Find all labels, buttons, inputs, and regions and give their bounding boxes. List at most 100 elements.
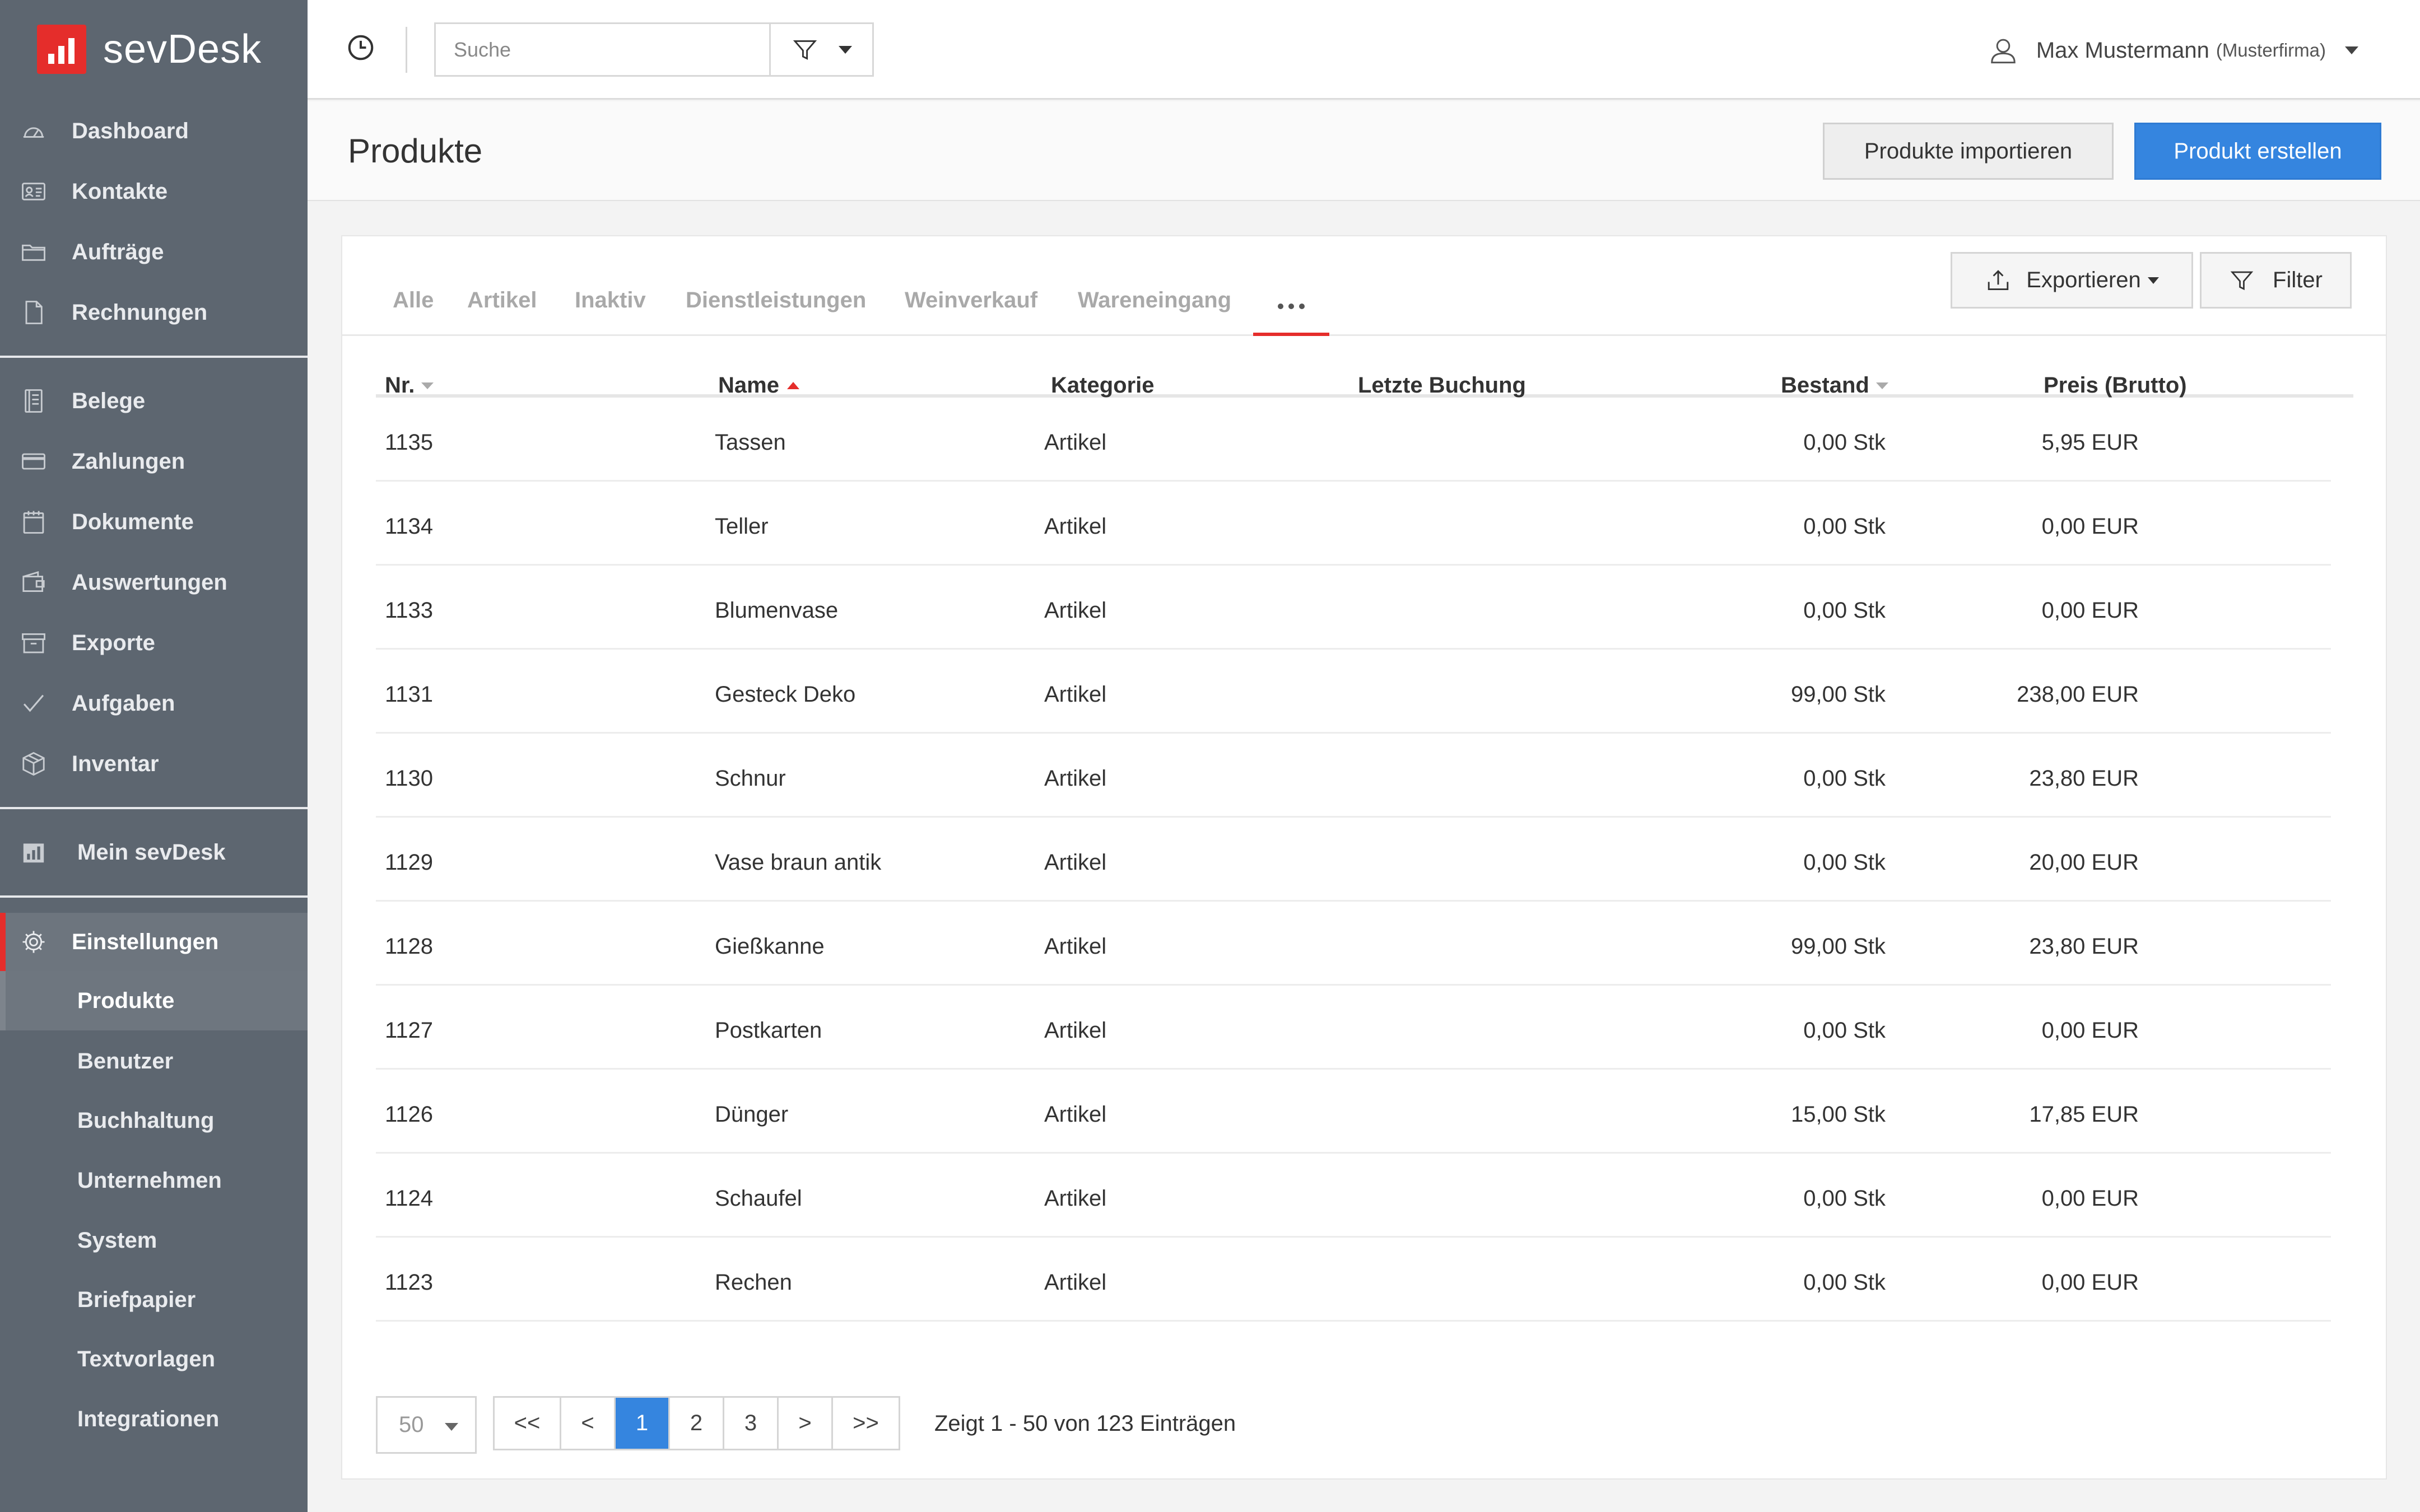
column-header-bestand[interactable]: Bestand [1781,373,1888,398]
page-title: Produkte [348,132,483,170]
sidebar-item-exporte[interactable]: Exporte [0,615,308,671]
more-dot-icon [1299,304,1305,309]
toolbar-separator [406,27,407,73]
cell-stock: 99,00 Stk [1790,934,1886,959]
tab-wareneingang[interactable]: Wareneingang [1078,288,1231,313]
cell-category: Artikel [1044,514,1107,539]
tab-dienstleistungen[interactable]: Dienstleistungen [686,288,866,313]
table-row[interactable]: 1133 Blumenvase Artikel 0,00 Stk 0,00 EUR [376,566,2331,650]
active-indicator [0,913,6,971]
sidebar-item-auswertungen[interactable]: Auswertungen [0,554,308,610]
cell-stock: 0,00 Stk [1803,430,1886,455]
filter-button[interactable]: Filter [2200,252,2352,309]
cell-nr: 1135 [385,430,434,455]
per-page-select[interactable]: 50 [376,1396,477,1454]
table-row[interactable]: 1131 Gesteck Deko Artikel 99,00 Stk 238,00 E… [376,650,2331,734]
page-prev-button[interactable]: < [561,1398,616,1449]
create-product-button[interactable]: Produkt erstellen [2134,123,2381,180]
history-clock-icon[interactable] [346,32,376,63]
sidebar-subitem-system[interactable]: System [0,1211,308,1270]
column-header-preis[interactable]: Preis (Brutto) [2044,373,2187,398]
wallet-icon [17,566,50,599]
table-row[interactable]: 1123 Rechen Artikel 0,00 Stk 0,00 EUR [376,1238,2331,1322]
sidebar-subitem-benutzer[interactable]: Benutzer [0,1032,308,1091]
sidebar-item-einstellungen[interactable]: Einstellungen [0,913,308,971]
column-header-letzte-buchung[interactable]: Letzte Buchung [1358,373,1526,398]
tab-more-button[interactable] [1253,278,1329,336]
user-menu[interactable]: Max Mustermann (Musterfirma) [1988,29,2358,72]
column-header-kategorie[interactable]: Kategorie [1051,373,1155,398]
sidebar-subitem-textvorlagen[interactable]: Textvorlagen [0,1329,308,1389]
tab-artikel[interactable]: Artikel [467,288,537,313]
search-input[interactable] [434,22,770,77]
import-products-button[interactable]: Produkte importieren [1823,123,2114,180]
page-3-button[interactable]: 3 [724,1398,779,1449]
sidebar-item-aufgaben[interactable]: Aufgaben [0,675,308,731]
page-1-button[interactable]: 1 [616,1398,670,1449]
sort-down-icon [1876,382,1888,389]
more-dot-icon [1288,304,1294,309]
cell-category: Artikel [1044,1186,1107,1211]
sidebar-divider [0,356,308,358]
sidebar-item-mein-sevdesk[interactable]: Mein sevDesk [0,824,308,880]
sidebar-subitem-unternehmen[interactable]: Unternehmen [0,1151,308,1210]
logo[interactable]: sevDesk [37,25,262,74]
table-row[interactable]: 1129 Vase braun antik Artikel 0,00 Stk 20,00… [376,818,2331,902]
logo-icon [37,25,86,74]
cell-price: 23,80 EUR [2029,934,2139,959]
cell-category: Artikel [1044,1102,1107,1127]
cell-category: Artikel [1044,430,1107,455]
table-row[interactable]: 1135 Tassen Artikel 0,00 Stk 5,95 EUR [376,398,2331,482]
cell-stock: 0,00 Stk [1803,850,1886,875]
sidebar-subitem-buchhaltung[interactable]: Buchhaltung [0,1091,308,1150]
page-last-button[interactable]: >> [833,1398,899,1449]
filter-label: Filter [2273,268,2323,292]
sidebar-item-dokumente[interactable]: Dokumente [0,494,308,550]
chevron-down-icon [2147,277,2159,284]
cell-nr: 1128 [385,934,434,959]
sidebar-item-dashboard[interactable]: Dashboard [0,103,308,159]
table-row[interactable]: 1124 Schaufel Artikel 0,00 Stk 0,00 EUR [376,1154,2331,1238]
table-row[interactable]: 1127 Postkarten Artikel 0,00 Stk 0,00 EUR [376,986,2331,1070]
sidebar-item-auftraege[interactable]: Aufträge [0,224,308,280]
sidebar-item-inventar[interactable]: Inventar [0,736,308,792]
column-header-nr[interactable]: Nr. [385,373,434,398]
page-2-button[interactable]: 2 [670,1398,724,1449]
page-first-button[interactable]: << [495,1398,561,1449]
export-button[interactable]: Exportieren [1951,252,2193,309]
table-row[interactable]: 1134 Teller Artikel 0,00 Stk 0,00 EUR [376,482,2331,566]
tab-alle[interactable]: Alle [393,288,434,313]
sidebar-divider [0,807,308,809]
sidebar-subitem-integrationen[interactable]: Integrationen [0,1389,308,1449]
page-next-button[interactable]: > [779,1398,833,1449]
cell-price: 23,80 EUR [2029,766,2139,791]
sort-down-icon [421,382,434,389]
cell-nr: 1126 [385,1102,434,1127]
tab-inaktiv[interactable]: Inaktiv [575,288,646,313]
cell-name: Tassen [715,430,786,455]
company-name: (Musterfirma) [2216,40,2326,60]
tab-weinverkauf[interactable]: Weinverkauf [905,288,1037,313]
cell-price: 17,85 EUR [2029,1102,2139,1127]
receipt-icon [17,384,50,418]
user-icon [1991,39,2016,64]
sidebar-subitem-briefpapier[interactable]: Briefpapier [0,1270,308,1329]
search-filter-button[interactable] [769,22,874,77]
sidebar-divider [0,895,308,898]
sidebar-item-kontakte[interactable]: Kontakte [0,164,308,220]
sidebar-subitem-produkte[interactable]: Produkte [0,971,308,1030]
cell-nr: 1129 [385,850,434,875]
sidebar-item-zahlungen[interactable]: Zahlungen [0,433,308,489]
table-row[interactable]: 1126 Dünger Artikel 15,00 Stk 17,85 EUR [376,1070,2331,1154]
cell-name: Gießkanne [715,934,825,959]
chevron-down-icon [2345,46,2358,54]
column-header-name[interactable]: Name [718,373,799,398]
table-row[interactable]: 1128 Gießkanne Artikel 99,00 Stk 23,80 EUR [376,902,2331,986]
cell-nr: 1123 [385,1270,434,1295]
sidebar-item-rechnungen[interactable]: Rechnungen [0,284,308,340]
cell-category: Artikel [1044,598,1107,623]
sidebar-item-belege[interactable]: Belege [0,373,308,429]
table-row[interactable]: 1130 Schnur Artikel 0,00 Stk 23,80 EUR [376,734,2331,818]
cell-price: 0,00 EUR [2041,514,2139,539]
cell-category: Artikel [1044,934,1107,959]
